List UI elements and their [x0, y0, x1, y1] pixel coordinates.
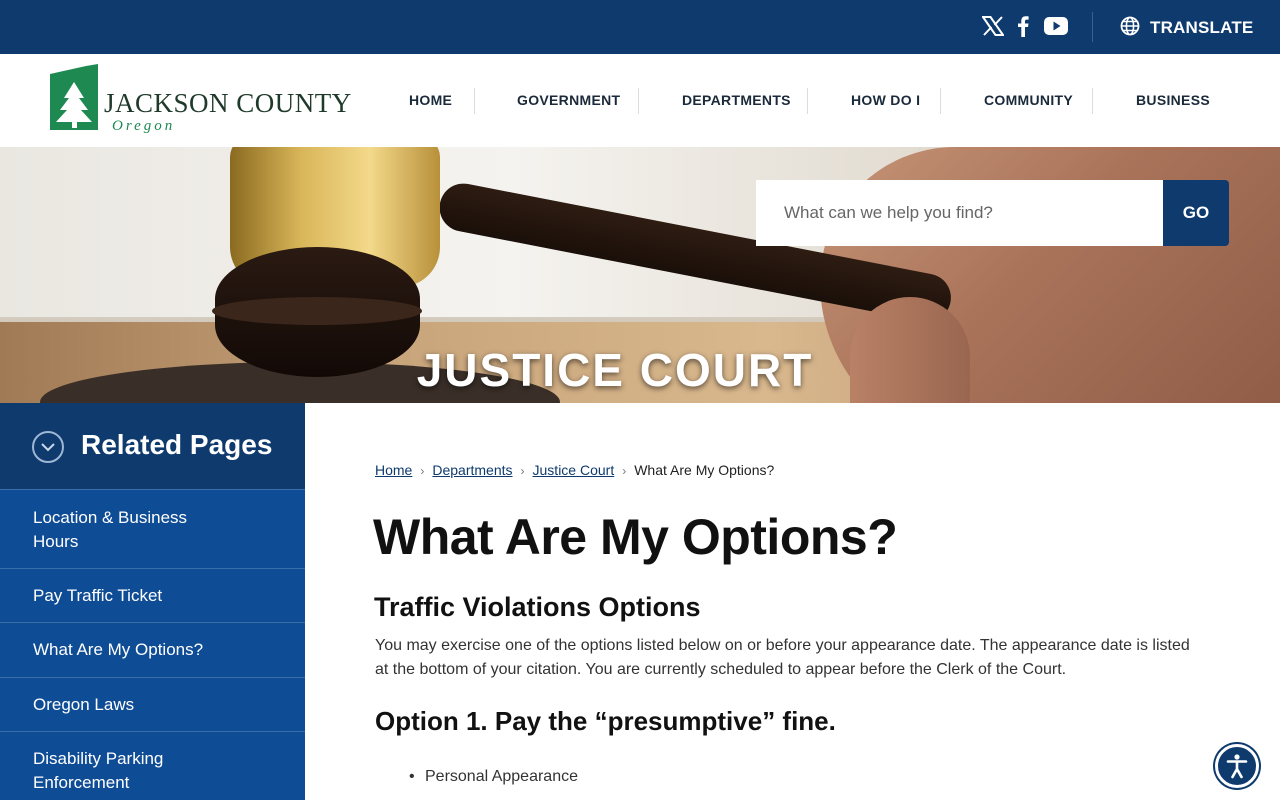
sidebar-header: Related Pages: [0, 403, 305, 490]
search-go-button[interactable]: GO: [1163, 180, 1229, 246]
chevron-right-icon: ›: [622, 464, 627, 478]
chevron-right-icon: ›: [520, 464, 525, 478]
sidebar-item-label: What Are My Options?: [33, 640, 204, 659]
nav-business[interactable]: BUSINESS: [1136, 92, 1210, 108]
sidebar-item-oregon-laws[interactable]: Oregon Laws: [0, 678, 305, 732]
search-input[interactable]: [756, 180, 1163, 246]
nav-divider: [807, 88, 808, 114]
sidebar-item-pay-traffic-ticket[interactable]: Pay Traffic Ticket: [0, 569, 305, 623]
breadcrumb-home[interactable]: Home: [375, 462, 412, 478]
option-heading: Option 1. Pay the “presumptive” fine.: [375, 706, 836, 736]
list-item: Personal Appearance: [409, 768, 578, 786]
breadcrumb: Home › Departments › Justice Court › What Are …: [375, 462, 774, 478]
nav-how-do-i[interactable]: HOW DO I: [851, 92, 920, 108]
nav-divider: [638, 88, 639, 114]
translate-button[interactable]: TRANSLATE: [1120, 14, 1253, 42]
hero-title: JUSTICE COURT: [416, 344, 814, 396]
x-icon[interactable]: [978, 12, 1008, 40]
nav-government[interactable]: GOVERNMENT: [517, 92, 620, 108]
nav-divider: [474, 88, 475, 114]
sidebar-item-label: Pay Traffic Ticket: [33, 586, 163, 605]
accessibility-button[interactable]: [1215, 744, 1259, 788]
translate-label: TRANSLATE: [1150, 18, 1254, 37]
logo-name: JACKSON COUNTY: [104, 88, 352, 118]
tree-logo-icon: [50, 64, 98, 130]
nav-divider: [940, 88, 941, 114]
sidebar-item-what-are-my-options[interactable]: What Are My Options?: [0, 623, 305, 678]
sidebar-item-label: Location & Business Hours: [33, 508, 188, 551]
site-logo[interactable]: JACKSON COUNTY Oregon: [48, 64, 351, 140]
section-title: Traffic Violations Options: [374, 592, 701, 622]
nav-community[interactable]: COMMUNITY: [984, 92, 1073, 108]
related-pages-sidebar: Related Pages Location & Business Hours …: [0, 403, 305, 800]
accessibility-icon: [1226, 754, 1248, 779]
top-utility-bar: TRANSLATE: [0, 0, 1280, 54]
site-header: JACKSON COUNTY Oregon HOME GOVERNMENT DE…: [0, 54, 1280, 147]
nav-departments[interactable]: DEPARTMENTS: [682, 92, 791, 108]
nav-divider: [1092, 88, 1093, 114]
option-list: Personal Appearance: [409, 768, 578, 786]
chevron-down-icon[interactable]: [32, 431, 64, 463]
breadcrumb-justice-court[interactable]: Justice Court: [533, 462, 615, 478]
sidebar-item-label: Oregon Laws: [33, 695, 135, 714]
breadcrumb-departments[interactable]: Departments: [432, 462, 512, 478]
nav-home[interactable]: HOME: [409, 92, 452, 108]
intro-paragraph: You may exercise one of the options list…: [375, 637, 1190, 678]
logo-subtitle: Oregon: [112, 118, 176, 134]
globe-icon: [1120, 16, 1140, 41]
sidebar-item-disability-parking[interactable]: Disability Parking Enforcement: [0, 732, 305, 800]
breadcrumb-current: What Are My Options?: [634, 462, 775, 478]
sidebar-item-location-hours[interactable]: Location & Business Hours: [0, 491, 305, 569]
page-title: What Are My Options?: [373, 509, 898, 565]
sidebar-title: Related Pages: [81, 429, 273, 460]
topbar-divider: [1092, 12, 1093, 42]
facebook-icon[interactable]: [1008, 12, 1038, 40]
gavel-ring: [212, 297, 422, 325]
sidebar-item-label: Disability Parking Enforcement: [33, 749, 164, 792]
youtube-icon[interactable]: [1041, 12, 1071, 40]
chevron-right-icon: ›: [420, 464, 425, 478]
